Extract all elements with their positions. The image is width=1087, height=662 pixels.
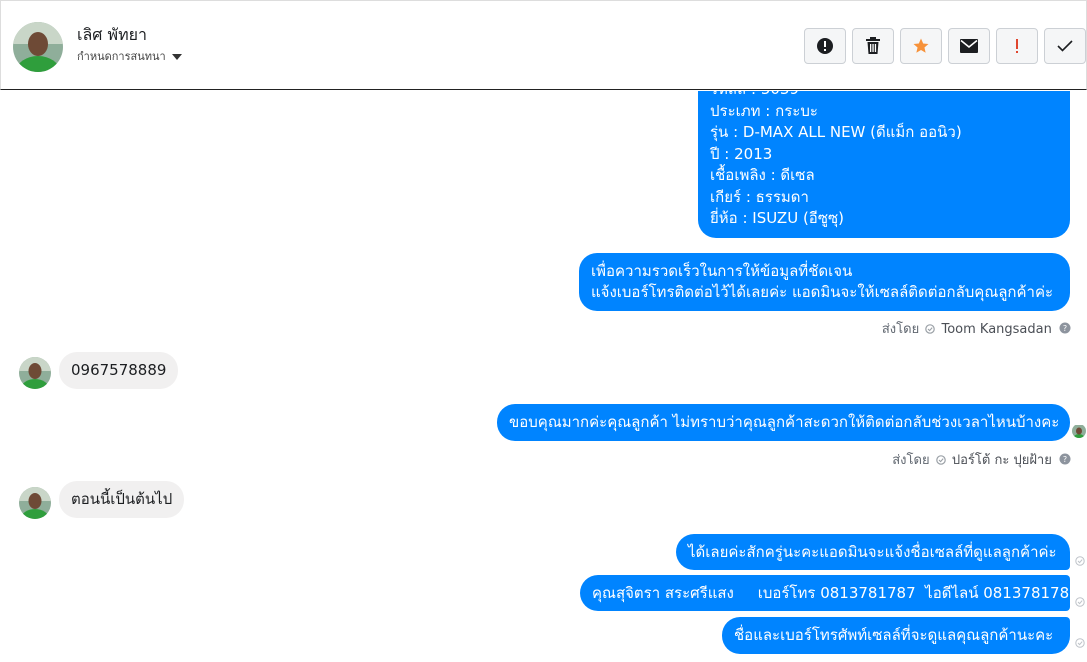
star-button[interactable]: [900, 28, 942, 64]
svg-text:?: ?: [1063, 324, 1067, 333]
help-icon[interactable]: ?: [1059, 322, 1071, 334]
message-line: รหัสสี : 5039: [710, 91, 1058, 101]
seen-by-avatar: [1072, 424, 1086, 438]
sent-status-icon: [925, 324, 936, 334]
delivered-status-icon: [1075, 556, 1085, 566]
delivered-status-icon: [1075, 597, 1085, 607]
message-line: ปี : 2013: [710, 144, 773, 163]
mark-done-button[interactable]: [1044, 28, 1086, 64]
message-line: รุ่น : D-MAX ALL NEW (ดีแม็ก ออนิว): [710, 123, 962, 141]
outgoing-message[interactable]: รหัสสี : 5039 ประเภท : กระบะ รุ่น : D-MA…: [698, 91, 1070, 238]
outgoing-message[interactable]: ชื่อและเบอร์โทรศัพท์เซลล์ที่จะดูแลคุณลูก…: [722, 617, 1070, 654]
svg-text:?: ?: [1063, 455, 1067, 464]
conversation-toolbar: [804, 28, 1086, 64]
conversation-label-text: กำหนดการสนทนา: [77, 50, 166, 63]
sent-by-prefix: ส่งโดย: [892, 453, 930, 468]
message-line: เกียร์ : ธรรมดา: [710, 187, 809, 206]
message-thread[interactable]: รหัสสี : 5039 ประเภท : กระบะ รุ่น : D-MA…: [0, 91, 1087, 662]
star-icon: [913, 38, 929, 53]
report-spam-button[interactable]: [804, 28, 846, 64]
conversation-header: เลิศ พัทยา กำหนดการสนทนา: [0, 0, 1087, 90]
delete-button[interactable]: [852, 28, 894, 64]
outgoing-message[interactable]: คุณสุจิตรา สระศรีแสง เบอร์โทร 0813781787…: [580, 575, 1079, 611]
conversation-label-dropdown[interactable]: กำหนดการสนทนา: [77, 47, 182, 65]
sent-by-label: ส่งโดย Toom Kangsadan ?: [882, 318, 1071, 339]
message-line: แจ้งเบอร์โทรติดต่อไว้ได้เลยค่ะ แอดมินจะใ…: [591, 283, 1054, 301]
contact-name[interactable]: เลิศ พัทยา: [77, 23, 147, 48]
contact-avatar-small[interactable]: [19, 487, 51, 519]
caret-down-icon: [171, 54, 182, 60]
sent-status-icon: [935, 455, 946, 465]
contact-avatar[interactable]: [13, 22, 63, 72]
contact-avatar-small[interactable]: [19, 357, 51, 389]
exclamation-icon: [1016, 39, 1018, 53]
delivered-status-icon: [1075, 638, 1085, 648]
message-line: ยี่ห้อ : ISUZU (อีซูซุ): [710, 209, 845, 227]
message-line: ประเภท : กระบะ: [710, 101, 818, 120]
outgoing-message[interactable]: ได้เลยค่ะสักครู่นะคะแอดมินจะแจ้งชื่อเซลล…: [676, 534, 1070, 570]
important-button[interactable]: [996, 28, 1038, 64]
outgoing-message[interactable]: เพื่อความรวดเร็วในการให้ข้อมูลที่ชัดเจน …: [579, 253, 1070, 311]
outgoing-message[interactable]: ขอบคุณมากค่ะคุณลูกค้า ไม่ทราบว่าคุณลูกค้…: [497, 404, 1070, 441]
trash-icon: [866, 37, 880, 54]
exclamation-circle-icon: [817, 38, 833, 54]
help-icon[interactable]: ?: [1059, 453, 1071, 465]
sent-by-prefix: ส่งโดย: [881, 322, 920, 337]
envelope-icon: [960, 39, 978, 53]
sender-name[interactable]: Toom Kangsadan: [941, 322, 1051, 337]
message-line: เพื่อความรวดเร็วในการให้ข้อมูลที่ชัดเจน: [591, 262, 853, 280]
mark-unread-button[interactable]: [948, 28, 990, 64]
incoming-message[interactable]: ตอนนี้เป็นต้นไป: [59, 481, 185, 518]
message-line: เชื้อเพลิง : ดีเซล: [710, 166, 815, 184]
incoming-message[interactable]: 0967578889: [59, 352, 179, 389]
sender-name[interactable]: ปอร์โต้ กะ ปุยฝ้าย: [952, 453, 1052, 468]
check-icon: [1057, 40, 1073, 52]
sent-by-label: ส่งโดย ปอร์โต้ กะ ปุยฝ้าย ?: [892, 449, 1071, 470]
